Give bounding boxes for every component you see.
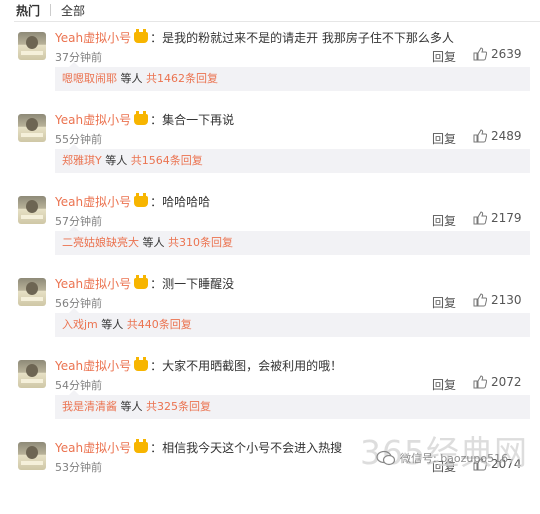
thumbs-up-icon — [473, 293, 487, 307]
sub-reply-user[interactable]: 二亮姑娘缺亮大 — [62, 236, 139, 249]
avatar[interactable] — [18, 196, 46, 224]
username[interactable]: Yeah虚拟小号 — [55, 441, 131, 455]
sub-reply-others: 等人 — [120, 72, 143, 85]
like-count: 2130 — [491, 293, 522, 307]
sub-replies[interactable]: 嗯嗯取闹耶 等人 共1462条回复 — [55, 62, 530, 91]
comment-line: Yeah虚拟小号 ：大家不用晒截图，会被利用的哦！ — [55, 357, 343, 374]
avatar[interactable] — [18, 360, 46, 388]
crown-icon — [134, 29, 149, 43]
tab-divider — [50, 4, 52, 16]
username[interactable]: Yeah虚拟小号 — [55, 277, 131, 291]
sub-reply-count[interactable]: 共325条回复 — [146, 400, 211, 413]
sub-reply-count[interactable]: 共440条回复 — [127, 318, 192, 331]
comment-line: Yeah虚拟小号 ：哈哈哈哈 — [55, 193, 211, 210]
reply-button[interactable]: 回复 — [432, 212, 456, 229]
comment-text: ：哈哈哈哈 — [150, 195, 211, 209]
sub-reply-count[interactable]: 共310条回复 — [168, 236, 233, 249]
reply-button[interactable]: 回复 — [432, 376, 456, 393]
thumbs-up-icon — [473, 47, 487, 61]
comment-text: ：大家不用晒截图，会被利用的哦！ — [150, 359, 343, 373]
like-count: 2639 — [491, 47, 522, 61]
thumbs-up-icon — [473, 375, 487, 389]
comment-text: ：集合一下再说 — [150, 113, 235, 127]
sub-reply-count[interactable]: 共1462条回复 — [146, 72, 218, 85]
comment-text: ：相信我今天这个小号不会进入热搜 — [150, 441, 343, 455]
sub-reply-user[interactable]: 我是清清酱 — [62, 400, 117, 413]
username[interactable]: Yeah虚拟小号 — [55, 113, 131, 127]
comment-item: Yeah虚拟小号 ：是我的粉就过来不是的请走开 我那房子住不下那么多人 37分钟前… — [0, 22, 540, 104]
sub-reply-others: 等人 — [101, 318, 124, 331]
comment-line: Yeah虚拟小号 ：测一下睡醒没 — [55, 275, 235, 292]
crown-icon — [134, 193, 149, 207]
comment-text: ：是我的粉就过来不是的请走开 我那房子住不下那么多人 — [150, 31, 454, 45]
comment-item: Yeah虚拟小号 ：测一下睡醒没 56分钟前 回复 2130 入戏jm 等人 共4… — [0, 268, 540, 350]
username[interactable]: Yeah虚拟小号 — [55, 359, 131, 373]
username[interactable]: Yeah虚拟小号 — [55, 31, 131, 45]
avatar[interactable] — [18, 442, 46, 470]
reply-button[interactable]: 回复 — [432, 48, 456, 65]
sub-reply-others: 等人 — [120, 400, 143, 413]
like-button[interactable]: 2179 — [473, 211, 522, 225]
avatar[interactable] — [18, 278, 46, 306]
like-button[interactable]: 2639 — [473, 47, 522, 61]
crown-icon — [134, 357, 149, 371]
avatar[interactable] — [18, 114, 46, 142]
like-count: 2179 — [491, 211, 522, 225]
comment-item: Yeah虚拟小号 ：集合一下再说 55分钟前 回复 2489 郑雅琪Y 等人 共1… — [0, 104, 540, 186]
sub-reply-count[interactable]: 共1564条回复 — [131, 154, 203, 167]
sub-replies[interactable]: 二亮姑娘缺亮大 等人 共310条回复 — [55, 226, 530, 255]
comment-time: 53分钟前 — [55, 461, 102, 474]
thumbs-up-icon — [473, 211, 487, 225]
wechat-id: 微信号: baozupo516 — [400, 452, 509, 465]
comment-item: Yeah虚拟小号 ：大家不用晒截图，会被利用的哦！ 54分钟前 回复 2072 我… — [0, 350, 540, 432]
comment-tabs: 热门 全部 — [0, 0, 540, 20]
sub-reply-user[interactable]: 嗯嗯取闹耶 — [62, 72, 117, 85]
comment-item: Yeah虚拟小号 ：哈哈哈哈 57分钟前 回复 2179 二亮姑娘缺亮大 等人 共… — [0, 186, 540, 268]
like-button[interactable]: 2072 — [473, 375, 522, 389]
comment-line: Yeah虚拟小号 ：相信我今天这个小号不会进入热搜 — [55, 439, 343, 456]
sub-reply-user[interactable]: 郑雅琪Y — [62, 154, 102, 167]
reply-button[interactable]: 回复 — [432, 130, 456, 147]
sub-reply-user[interactable]: 入戏jm — [62, 318, 98, 331]
sub-replies[interactable]: 入戏jm 等人 共440条回复 — [55, 308, 530, 337]
reply-button[interactable]: 回复 — [432, 294, 456, 311]
comment-text: ：测一下睡醒没 — [150, 277, 235, 291]
like-count: 2489 — [491, 129, 522, 143]
avatar[interactable] — [18, 32, 46, 60]
crown-icon — [134, 275, 149, 289]
crown-icon — [134, 111, 149, 125]
comment-line: Yeah虚拟小号 ：集合一下再说 — [55, 111, 235, 128]
username[interactable]: Yeah虚拟小号 — [55, 195, 131, 209]
like-button[interactable]: 2130 — [473, 293, 522, 307]
tab-all[interactable]: 全部 — [61, 2, 85, 19]
sub-replies[interactable]: 郑雅琪Y 等人 共1564条回复 — [55, 144, 530, 173]
sub-replies[interactable]: 我是清清酱 等人 共325条回复 — [55, 390, 530, 419]
wechat-icon — [376, 450, 396, 466]
like-button[interactable]: 2489 — [473, 129, 522, 143]
like-count: 2072 — [491, 375, 522, 389]
tab-hot[interactable]: 热门 — [16, 2, 40, 19]
sub-reply-others: 等人 — [105, 154, 128, 167]
sub-reply-others: 等人 — [142, 236, 165, 249]
crown-icon — [134, 439, 149, 453]
wechat-watermark: 微信号: baozupo516 — [376, 450, 508, 466]
comment-line: Yeah虚拟小号 ：是我的粉就过来不是的请走开 我那房子住不下那么多人 — [55, 29, 454, 46]
thumbs-up-icon — [473, 129, 487, 143]
